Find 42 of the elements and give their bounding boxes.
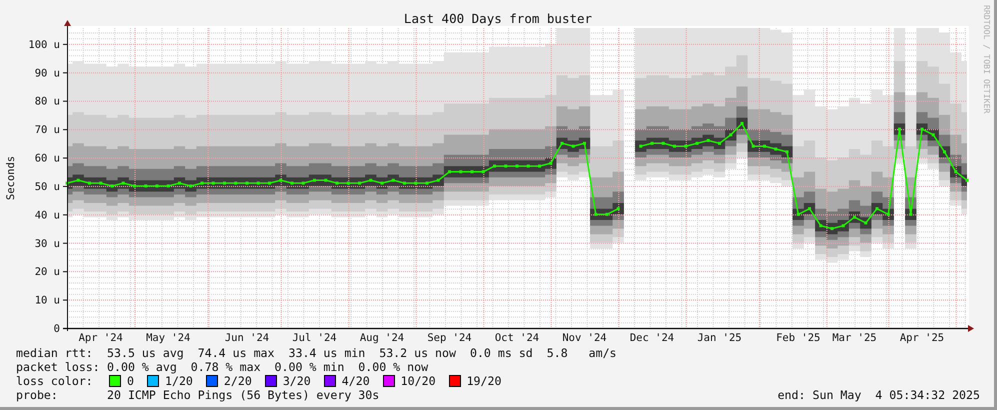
swatch-label: 10/20: [400, 374, 436, 388]
swatch-label: 3/20: [282, 374, 311, 388]
axis-label: 90 u: [34, 67, 60, 80]
swatch-label: 4/20: [342, 374, 370, 388]
axis-label: Dec '24: [630, 332, 674, 344]
axis-label: Jan '25: [697, 332, 742, 344]
axis-label: 10 u: [34, 294, 60, 307]
legend-label: probe:: [16, 388, 59, 402]
swatch-label: 19/20: [466, 374, 502, 388]
axis-label: Oct '24: [494, 332, 540, 344]
axis-label: Nov '24: [562, 332, 607, 344]
axis-title: Seconds: [5, 156, 17, 200]
legend-label: packet loss:: [16, 360, 101, 374]
stat-values: 0.00 % avg 0.78 % max 0.00 % min 0.00 % now: [107, 360, 428, 374]
axis-label: Mar '25: [832, 332, 877, 344]
axis-label: Jun '24: [224, 332, 270, 344]
axis-label: Apr '25: [900, 332, 944, 344]
stat-values: 53.5 us avg 74.4 us max 33.4 us min 53.2 us now 0.0 ms sd 5.8 am/s: [107, 346, 617, 360]
axis-label: Jul '24: [292, 332, 337, 344]
axis-label: 20 u: [34, 266, 60, 278]
legend-label: loss color:: [16, 374, 94, 388]
axis-label: Sep '24: [427, 332, 472, 344]
end-time: end: Sun May 4 05:34:32 2025: [778, 388, 980, 402]
swatch-label: 2/20: [224, 374, 252, 388]
credit-text: RRDTOOL / TOBI OETIKER: [982, 5, 992, 114]
axis-label: 30 u: [34, 238, 60, 250]
legend-label: median rtt:: [16, 346, 94, 360]
axis-label: May '24: [146, 332, 190, 344]
axis-label: Feb '25: [776, 332, 820, 344]
axis-label: Apr '24: [78, 332, 123, 344]
axis-label: 50 u: [34, 180, 60, 193]
axis-label: 100 u: [28, 38, 60, 51]
chart-title: Last 400 Days from buster: [404, 11, 592, 26]
swatch-label: 0: [127, 374, 134, 388]
axis-label: 80 u: [34, 96, 60, 108]
axis-label: 60 u: [34, 152, 60, 165]
probe-text: 20 ICMP Echo Pings (56 Bytes) every 30s: [107, 388, 380, 402]
axis-label: 40 u: [34, 209, 60, 222]
axis-label: 0: [54, 323, 60, 335]
axis-label: Aug '24: [360, 332, 404, 344]
swatch-label: 1/20: [164, 374, 193, 388]
axis-label: 70 u: [34, 124, 60, 136]
